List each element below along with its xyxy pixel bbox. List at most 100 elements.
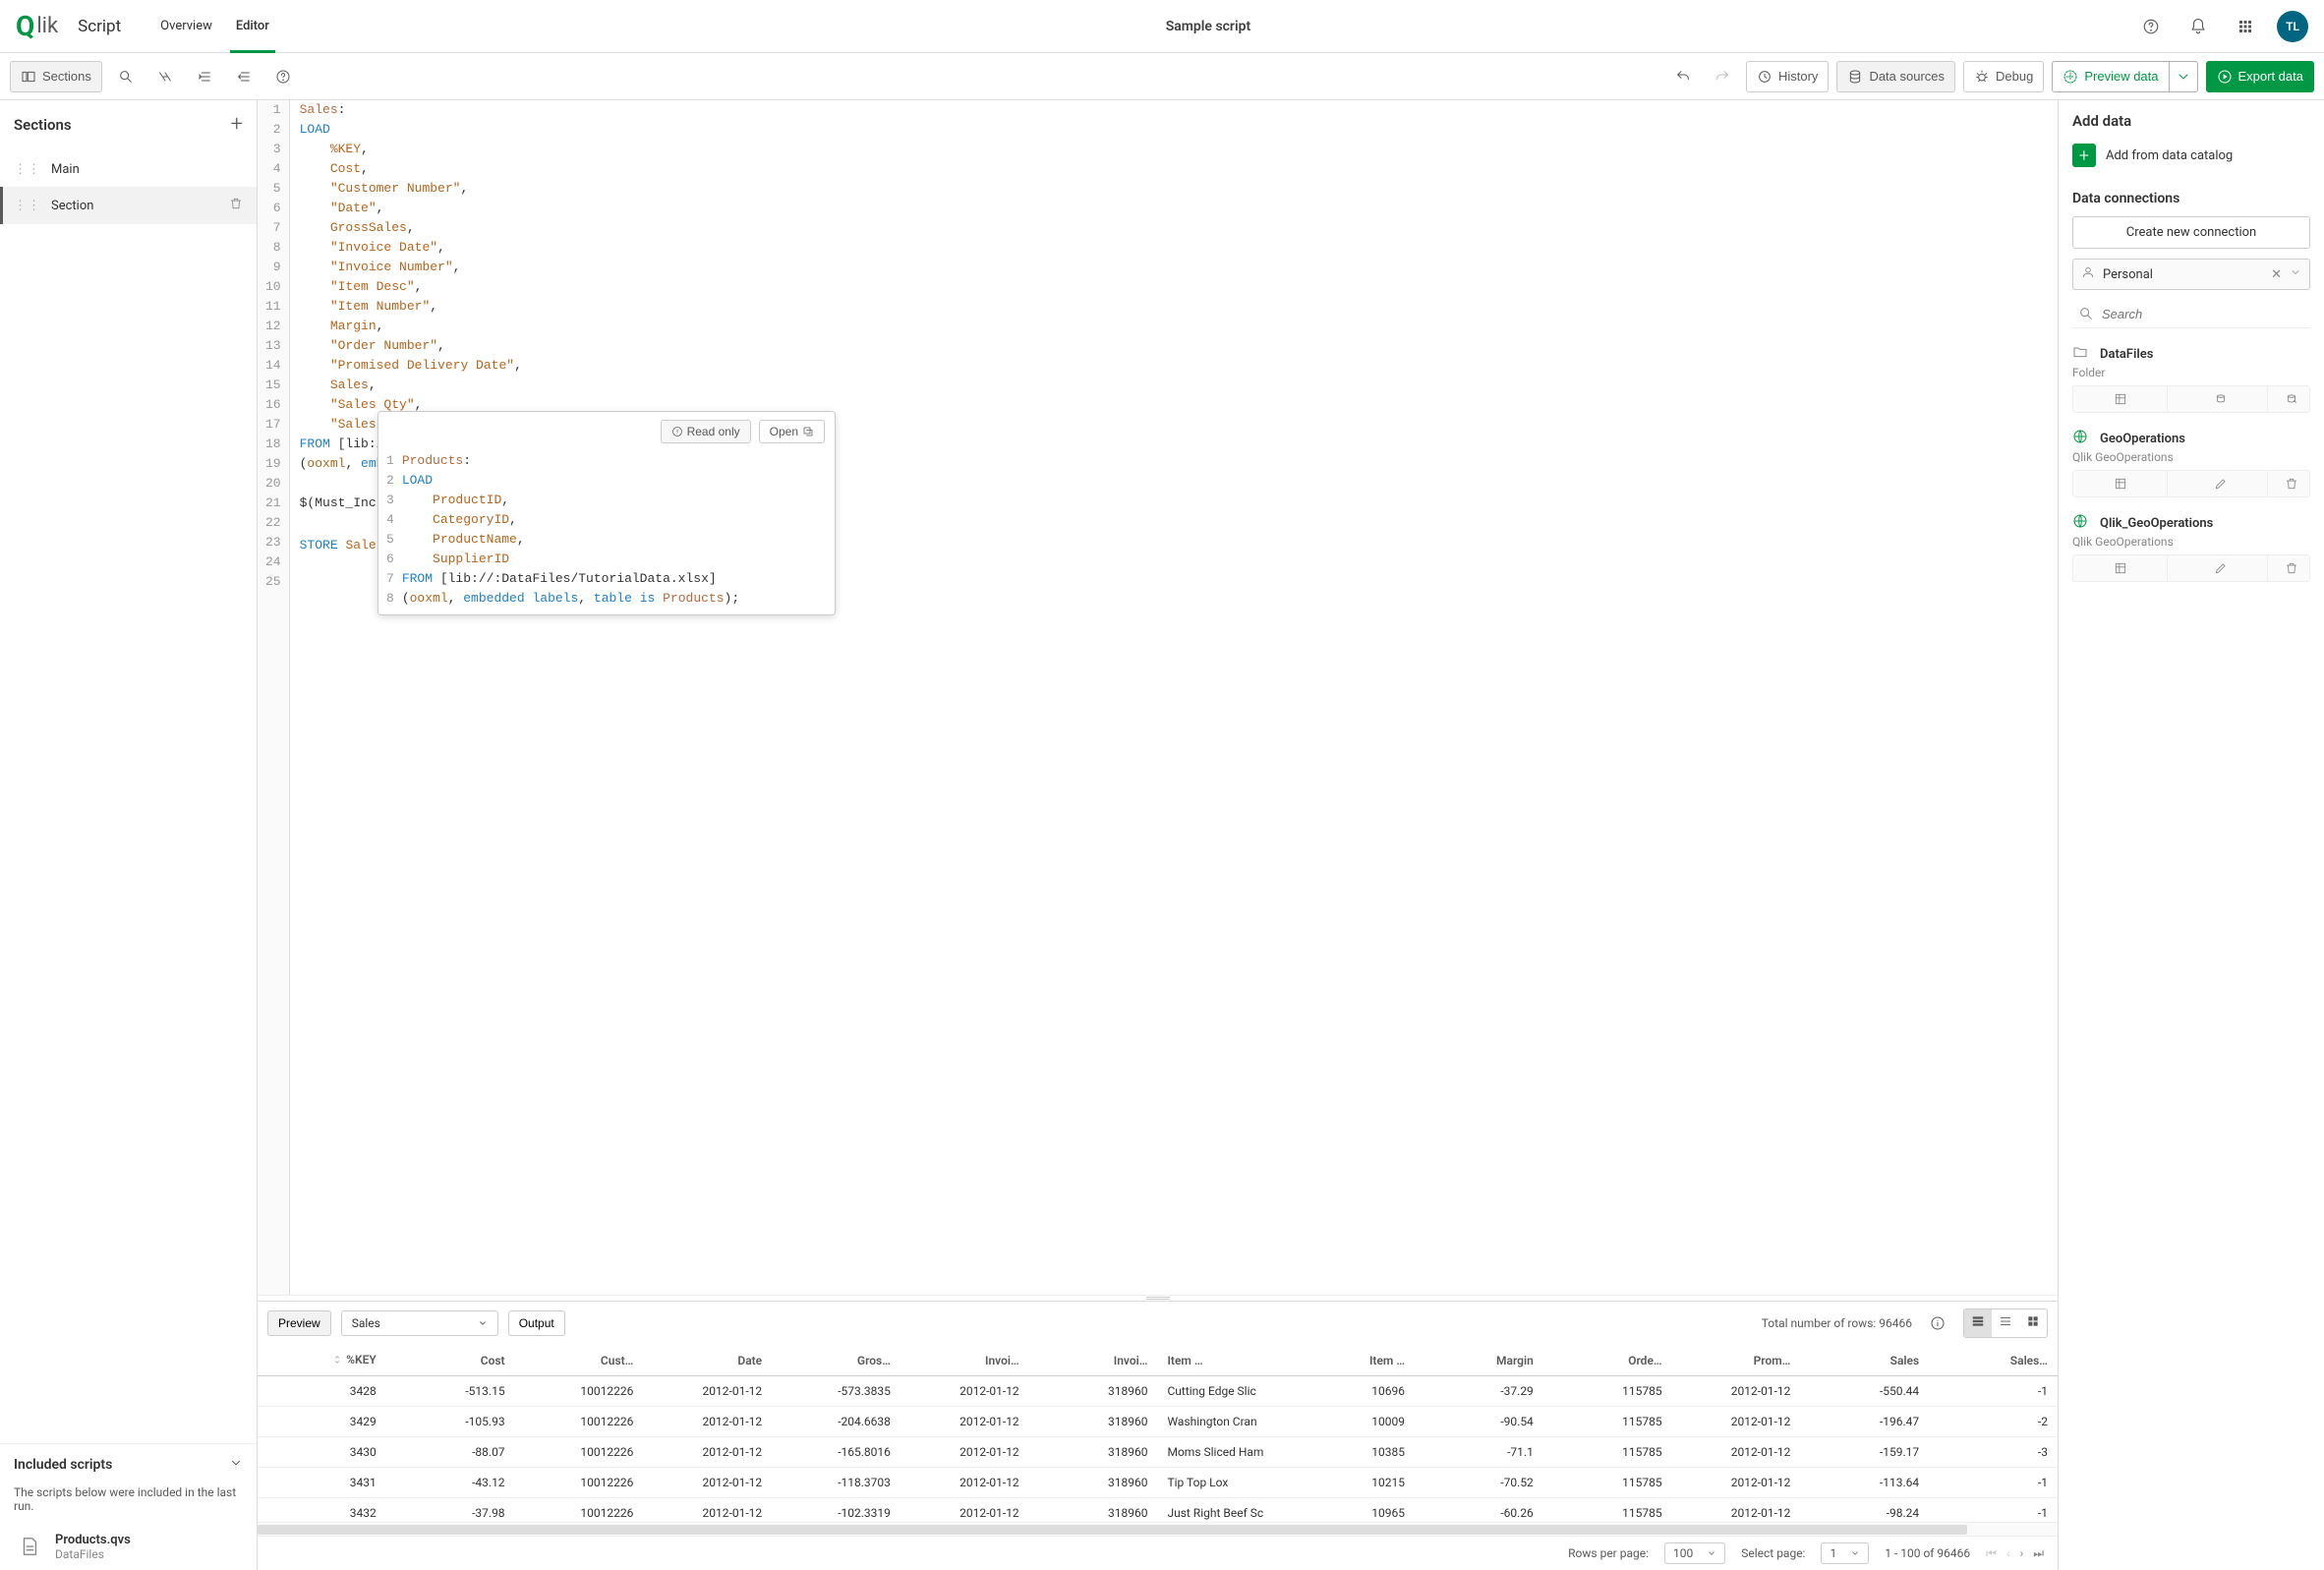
chevron-down-icon[interactable] xyxy=(2290,266,2301,282)
outdent-icon[interactable] xyxy=(228,61,260,92)
redo-icon[interactable] xyxy=(1707,61,1738,92)
clear-icon[interactable]: ✕ xyxy=(2271,267,2282,282)
comment-icon[interactable] xyxy=(149,61,181,92)
tab-overview[interactable]: Overview xyxy=(148,0,224,53)
edit-icon[interactable] xyxy=(2174,555,2268,581)
script-file-icon xyxy=(14,1531,45,1562)
preview-panel: Preview Sales Output Total number of row… xyxy=(258,1301,2058,1570)
column-header[interactable]: Margin xyxy=(1415,1345,1543,1376)
section-item-main[interactable]: ⋮⋮ Main xyxy=(0,152,257,187)
read-only-badge: Read only xyxy=(661,420,751,443)
add-data-heading: Add data xyxy=(2072,112,2310,130)
indent-icon[interactable] xyxy=(189,61,220,92)
create-connection-button[interactable]: Create new connection xyxy=(2072,216,2310,249)
history-button[interactable]: History xyxy=(1746,61,1829,92)
undo-icon[interactable] xyxy=(1667,61,1699,92)
column-header[interactable]: Item … xyxy=(1157,1345,1286,1376)
table-select[interactable]: Sales xyxy=(341,1310,498,1336)
space-select[interactable]: Personal ✕ xyxy=(2072,259,2310,290)
prev-page-icon[interactable]: ‹ xyxy=(2006,1546,2010,1560)
search-icon[interactable] xyxy=(110,61,142,92)
column-header[interactable]: Invoi… xyxy=(1029,1345,1158,1376)
help-toolbar-icon[interactable] xyxy=(267,61,299,92)
select-data-icon[interactable] xyxy=(2073,386,2168,412)
delete-icon[interactable] xyxy=(2274,555,2309,581)
first-page-icon[interactable]: ⏮ xyxy=(1986,1546,1997,1561)
preview-data-button[interactable]: Preview data xyxy=(2052,61,2169,92)
preview-data-dropdown[interactable] xyxy=(2170,61,2198,92)
select-data-icon[interactable] xyxy=(2073,555,2168,581)
add-from-catalog-button[interactable]: + Add from data catalog xyxy=(2072,140,2310,171)
column-header[interactable]: Cust… xyxy=(515,1345,644,1376)
section-label: Main xyxy=(51,162,80,177)
insert-script-icon[interactable] xyxy=(2174,386,2268,412)
next-page-icon[interactable]: › xyxy=(2020,1546,2024,1560)
delete-icon[interactable] xyxy=(2274,471,2309,496)
folder-icon xyxy=(2072,344,2090,364)
notification-icon[interactable] xyxy=(2182,11,2214,42)
connection-qlik-geooperations: Qlik_GeoOperations Qlik GeoOperations xyxy=(2072,505,2310,590)
info-icon[interactable] xyxy=(1922,1308,1953,1339)
column-header[interactable]: Cost xyxy=(386,1345,515,1376)
view-list-icon[interactable] xyxy=(1992,1309,2019,1337)
column-header[interactable]: Gros… xyxy=(772,1345,901,1376)
table-row[interactable]: 3431-43.12100122262012-01-12-118.3703201… xyxy=(258,1468,2058,1498)
preview-tab[interactable]: Preview xyxy=(267,1310,331,1336)
included-scripts-header[interactable]: Included scripts xyxy=(0,1443,257,1485)
column-header[interactable]: Orde… xyxy=(1543,1345,1672,1376)
data-sources-button[interactable]: Data sources xyxy=(1836,61,1955,92)
connection-geooperations: GeoOperations Qlik GeoOperations xyxy=(2072,421,2310,505)
script-label: Script xyxy=(78,17,121,36)
rows-per-page-select[interactable]: 100 xyxy=(1664,1542,1725,1564)
pagination-footer: Rows per page: 100 Select page: 1 1 - 10… xyxy=(258,1536,2058,1570)
column-header[interactable]: Sales xyxy=(1800,1345,1929,1376)
page-title: Sample script xyxy=(281,19,2135,34)
avatar[interactable]: TL xyxy=(2277,11,2308,42)
included-note: The scripts below were included in the l… xyxy=(0,1485,257,1523)
data-table: %KEYCostCust…DateGros…Invoi…Invoi…Item …… xyxy=(258,1345,2058,1522)
column-header[interactable]: Sales… xyxy=(1929,1345,2058,1376)
edit-icon[interactable] xyxy=(2174,471,2268,496)
rows-per-page-label: Rows per page: xyxy=(1568,1546,1649,1560)
view-grid-icon[interactable] xyxy=(2019,1309,2047,1337)
drag-handle-icon[interactable]: ⋮⋮ xyxy=(14,162,41,177)
globe-icon xyxy=(2072,513,2090,533)
column-header[interactable]: Prom… xyxy=(1672,1345,1801,1376)
code-editor[interactable]: 1234567891011121314151617181920212223242… xyxy=(258,100,2058,1295)
open-include-button[interactable]: Open xyxy=(759,420,825,443)
table-row[interactable]: 3428-513.15100122262012-01-12-573.383520… xyxy=(258,1376,2058,1407)
table-row[interactable]: 3430-88.07100122262012-01-12-165.8016201… xyxy=(258,1437,2058,1468)
included-title: Products.qvs xyxy=(55,1533,131,1547)
connection-datafiles: DataFiles Folder xyxy=(2072,336,2310,421)
last-page-icon[interactable]: ⏭ xyxy=(2033,1546,2044,1561)
sections-button[interactable]: Sections xyxy=(10,61,102,92)
column-header[interactable]: Date xyxy=(643,1345,772,1376)
column-header[interactable]: %KEY xyxy=(258,1345,386,1376)
drag-handle-icon[interactable]: ⋮⋮ xyxy=(14,199,41,213)
column-header[interactable]: Item … xyxy=(1286,1345,1415,1376)
debug-button[interactable]: Debug xyxy=(1963,61,2044,92)
tab-editor[interactable]: Editor xyxy=(224,0,281,53)
apps-icon[interactable] xyxy=(2230,11,2261,42)
select-data-icon[interactable] xyxy=(2073,471,2168,496)
table-row[interactable]: 3429-105.93100122262012-01-12-204.663820… xyxy=(258,1407,2058,1437)
included-script-item[interactable]: Products.qvs DataFiles xyxy=(0,1523,257,1570)
horizontal-scrollbar[interactable] xyxy=(258,1522,2058,1536)
help-icon[interactable] xyxy=(2135,11,2167,42)
included-sub: DataFiles xyxy=(55,1547,131,1561)
view-table-icon[interactable] xyxy=(1964,1309,1992,1337)
logo[interactable]: Qlik xyxy=(16,10,58,42)
column-header[interactable]: Invoi… xyxy=(901,1345,1029,1376)
trash-icon[interactable] xyxy=(229,197,243,214)
section-item-section[interactable]: ⋮⋮ Section xyxy=(0,187,257,224)
view-toggle xyxy=(1963,1308,2048,1338)
select-page-label: Select page: xyxy=(1741,1546,1805,1560)
select-page-select[interactable]: 1 xyxy=(1821,1542,1869,1564)
output-tab[interactable]: Output xyxy=(508,1310,565,1336)
edit-connection-icon[interactable] xyxy=(2274,386,2309,412)
add-section-button[interactable]: + xyxy=(231,112,243,137)
search-input[interactable] xyxy=(2102,307,2304,321)
table-row[interactable]: 3432-37.98100122262012-01-12-102.3319201… xyxy=(258,1498,2058,1523)
left-panel: Sections + ⋮⋮ Main ⋮⋮ Section Included s… xyxy=(0,100,258,1570)
export-data-button[interactable]: Export data xyxy=(2206,61,2315,92)
